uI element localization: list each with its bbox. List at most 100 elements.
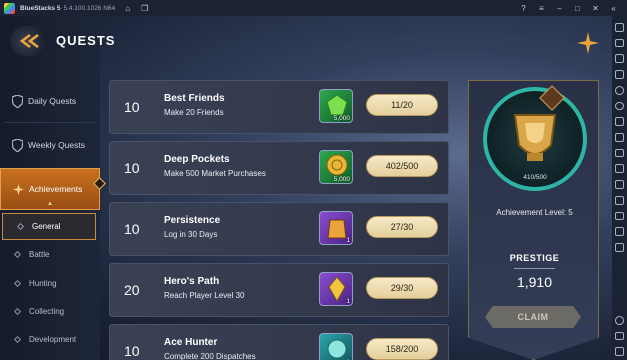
- help-icon[interactable]: ?: [519, 4, 528, 13]
- prestige-panel: 410/500 Achievement Level: 5 PRESTIGE 1,…: [468, 80, 599, 360]
- quest-description: Make 20 Friends: [164, 108, 224, 117]
- diamond-bullet-icon: [13, 250, 22, 259]
- close-icon[interactable]: ✕: [591, 4, 600, 13]
- orb-reward-icon[interactable]: 1: [319, 333, 353, 360]
- coin-reward-icon[interactable]: 5,000: [319, 150, 353, 184]
- quest-level: 20: [124, 282, 140, 298]
- divider: [514, 268, 555, 269]
- quest-row[interactable]: 10 Ace Hunter Complete 200 Dispatches 1 …: [109, 324, 449, 360]
- shield-icon: [12, 94, 23, 108]
- quest-description: Complete 200 Dispatches: [164, 352, 256, 360]
- subnav-label: Battle: [29, 250, 50, 259]
- quest-row[interactable]: 20 Hero's Path Reach Player Level 30 1 2…: [109, 263, 449, 317]
- prestige-label: PRESTIGE: [509, 253, 560, 263]
- diamond-bullet-icon: [13, 335, 22, 344]
- diamond-marker-icon: [93, 177, 106, 190]
- subnav-development[interactable]: Development: [0, 326, 100, 353]
- quest-level: 10: [124, 99, 140, 115]
- multi-instance-tool-icon[interactable]: [615, 180, 624, 189]
- settings-icon[interactable]: [615, 315, 624, 325]
- subnav-general[interactable]: General: [2, 213, 96, 240]
- progress-pill: 158/200: [366, 338, 438, 360]
- app-version: 5.4.100.1026 N64: [63, 4, 116, 12]
- nav-weekly-quests[interactable]: Weekly Quests: [0, 130, 100, 160]
- quest-level: 10: [124, 160, 140, 176]
- keyboard-icon[interactable]: [615, 70, 624, 79]
- prestige-value: 1,910: [516, 274, 553, 290]
- achievement-count: 410/500: [523, 174, 547, 181]
- reward-count: 1: [346, 237, 350, 244]
- screenshot-icon[interactable]: [615, 148, 624, 158]
- record-icon[interactable]: [615, 85, 624, 95]
- subnav-collecting[interactable]: Collecting: [0, 298, 100, 325]
- achievement-level: Achievement Level: 5: [496, 208, 573, 217]
- subnav-label: Development: [29, 335, 77, 344]
- crystal-reward-icon[interactable]: 1: [319, 272, 353, 306]
- back-button[interactable]: [10, 26, 50, 56]
- shield-icon: [12, 138, 23, 152]
- gem-reward-icon[interactable]: 5,000: [319, 89, 353, 123]
- app-title: BlueStacks 5: [20, 4, 61, 12]
- bluestacks-side-toolbar: [612, 16, 627, 360]
- multi-instance-icon[interactable]: ❐: [140, 4, 149, 13]
- quest-description: Make 500 Market Purchases: [164, 169, 266, 178]
- screen-icon[interactable]: [615, 54, 624, 64]
- title-bar: BlueStacks 5 5.4.100.1026 N64 ⌂ ❐ ? ≡ – …: [0, 0, 627, 16]
- home-icon[interactable]: ⌂: [123, 4, 132, 13]
- folder-icon[interactable]: [615, 164, 624, 174]
- back-nav-icon[interactable]: [615, 331, 624, 341]
- expand-icon[interactable]: «: [609, 4, 618, 13]
- progress-pill: 27/30: [366, 216, 438, 238]
- nav-daily-quests[interactable]: Daily Quests: [0, 86, 100, 116]
- diamond-bullet-icon: [16, 222, 25, 231]
- reward-count: 1: [346, 298, 350, 305]
- divider: [4, 122, 96, 123]
- token-reward-icon[interactable]: 1: [319, 211, 353, 245]
- diamond-bullet-icon: [13, 307, 22, 316]
- compass-star-icon[interactable]: [577, 32, 599, 54]
- quest-level: 10: [124, 221, 140, 237]
- menu-icon[interactable]: ≡: [537, 4, 546, 13]
- double-chevron-left-icon: [19, 33, 39, 49]
- gamepad-icon[interactable]: [615, 117, 624, 127]
- caret-up-icon: ▲: [47, 201, 53, 207]
- quest-row[interactable]: 10 Deep Pockets Make 500 Market Purchase…: [109, 141, 449, 195]
- nav-label: Weekly Quests: [28, 140, 86, 150]
- quest-row[interactable]: 10 Persistence Log in 30 Days 1 27/30: [109, 202, 449, 256]
- volume-icon[interactable]: [615, 38, 624, 48]
- quest-title: Hero's Path: [164, 276, 220, 287]
- layers-icon[interactable]: [615, 243, 624, 252]
- apk-icon[interactable]: [615, 133, 624, 142]
- minimize-icon[interactable]: –: [555, 4, 564, 13]
- maximize-icon[interactable]: □: [573, 4, 582, 13]
- subnav-hunting[interactable]: Hunting: [0, 270, 100, 297]
- subnav-label: Hunting: [29, 279, 57, 288]
- subnav-battle[interactable]: Battle: [0, 241, 100, 268]
- quest-title: Ace Hunter: [164, 337, 218, 348]
- nav-achievements[interactable]: Achievements ▲: [0, 168, 106, 210]
- achievement-ring: 410/500: [483, 85, 587, 191]
- trophy-crest-icon: [513, 114, 557, 161]
- progress-pill: 11/20: [366, 94, 438, 116]
- reward-count: 5,000: [333, 115, 350, 122]
- quest-title: Best Friends: [164, 93, 225, 104]
- progress-pill: 402/500: [366, 155, 438, 177]
- orb-icon: [327, 339, 347, 359]
- quests-header: QUESTS: [0, 16, 612, 72]
- bluestacks-logo-icon: [4, 2, 15, 14]
- star-badge-icon: [13, 183, 24, 195]
- game-viewport: QUESTS Daily Quests Weekly Quests Achiev…: [0, 16, 612, 360]
- fullscreen-icon[interactable]: [615, 23, 624, 32]
- shake-icon[interactable]: [615, 211, 624, 221]
- home-nav-icon[interactable]: [615, 347, 624, 356]
- quest-description: Log in 30 Days: [164, 230, 218, 239]
- quest-description: Reach Player Level 30: [164, 291, 245, 300]
- quest-title: Persistence: [164, 215, 221, 226]
- subnav-label: General: [32, 222, 61, 231]
- rotate-icon[interactable]: [615, 195, 624, 205]
- eco-mode-icon[interactable]: [615, 227, 624, 237]
- progress-pill: 29/30: [366, 277, 438, 299]
- claim-button[interactable]: CLAIM: [485, 306, 581, 328]
- macro-icon[interactable]: [615, 101, 624, 111]
- quest-row[interactable]: 10 Best Friends Make 20 Friends 5,000 11…: [109, 80, 449, 134]
